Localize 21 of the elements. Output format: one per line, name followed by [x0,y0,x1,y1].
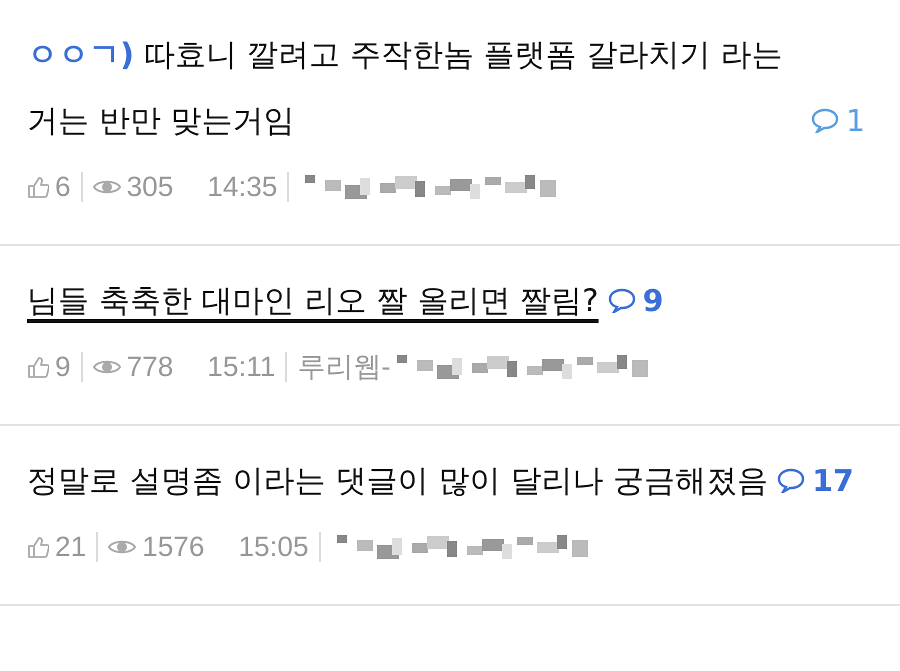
view-count: 305 [126,171,174,203]
post-title[interactable]: ㅇㅇㄱ) 따효니 깔려고 주작한놈 플랫폼 갈라치기 라는거는 반만 맞는거임 [27,22,802,154]
thumbs-up-icon [27,175,49,199]
comment-count[interactable]: 9 [642,284,664,319]
like-count: 21 [55,531,86,563]
thumbs-up-icon [27,355,49,379]
post-time: 15:11 [207,351,276,383]
author-name: 루리웹- [297,350,391,384]
post-time: 15:05 [238,531,309,563]
thumbs-up-icon [27,535,49,559]
post-title[interactable]: 님들 축축한 대마인 리오 짤 올리면 짤림? [27,268,599,334]
like-count: 6 [55,171,71,203]
view-count: 778 [126,351,174,383]
post-title[interactable]: 정말로 설명좀 이라는 댓글이 많이 달리나 궁금해졌음 [27,448,768,514]
post-time: 14:35 [207,171,278,203]
speech-bubble-icon [776,467,806,493]
comment-count[interactable]: 17 [812,464,854,499]
speech-bubble-icon [810,107,840,133]
like-count: 9 [55,351,71,383]
speech-bubble-icon [606,287,637,313]
view-count: 1576 [142,531,204,563]
